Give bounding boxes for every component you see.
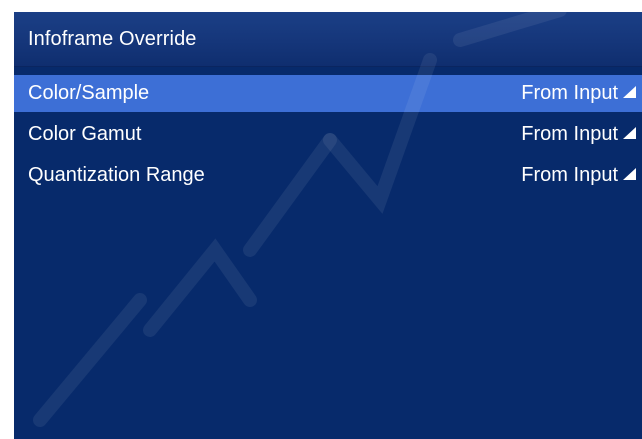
triangle-arrow-icon [623,167,636,180]
infoframe-override-panel: Infoframe Override Color/Sample From Inp… [14,12,642,439]
value-selector[interactable]: From Input [521,123,636,146]
value-selector[interactable]: From Input [521,164,636,187]
triangle-arrow-icon [623,85,636,98]
menu-row-color-gamut[interactable]: Color Gamut From Input [14,116,642,153]
value-selector[interactable]: From Input [521,82,636,105]
menu-row-quantization-range[interactable]: Quantization Range From Input [14,157,642,194]
menu-row-color-sample[interactable]: Color/Sample From Input [14,75,642,112]
panel-title: Infoframe Override [28,27,197,50]
panel-header: Infoframe Override [14,12,642,67]
menu-row-value: From Input [521,82,618,104]
menu-row-label: Color/Sample [28,82,150,104]
menu-row-label: Quantization Range [28,164,205,186]
menu-row-value: From Input [521,123,618,145]
menu-row-value: From Input [521,164,618,186]
menu-list: Color/Sample From Input Color Gamut From… [14,75,642,194]
menu-row-label: Color Gamut [28,123,142,145]
triangle-arrow-icon [623,126,636,139]
